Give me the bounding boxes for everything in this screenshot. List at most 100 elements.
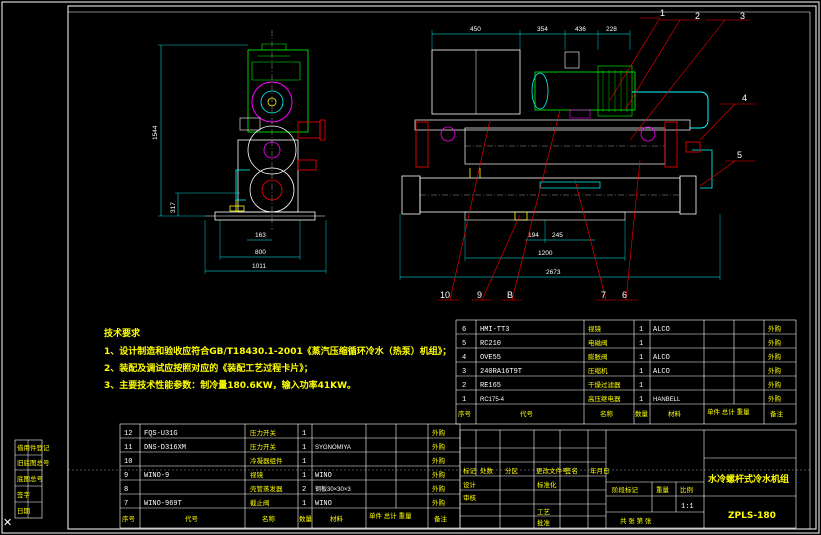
pt-r4-name: 干燥过滤器 [588, 380, 621, 389]
pt-h-name: 名称 [600, 409, 614, 418]
pb-r0-qty: 1 [302, 430, 306, 438]
tb-weight: 重量 [656, 486, 670, 494]
tb-stage: 阶段标记 [612, 485, 639, 494]
dim-1544: 1544 [152, 125, 159, 140]
pt-r4-no: 2 [462, 382, 466, 390]
side-label-2: 底图总号 [17, 474, 44, 483]
tb-drawing-no: ZPLS-180 [728, 511, 776, 521]
pb-r5-code: WINO-969T [144, 500, 182, 508]
pb-r2-no: 10 [124, 458, 132, 466]
title-block: 标记 处数 分区 更改文件号 签名 年月日 设计 标准化 审核 工艺 批准 阶段… [459, 429, 797, 529]
pt-h-remark: 备注 [770, 409, 784, 418]
pt-h-no: 序号 [458, 409, 472, 418]
pb-r3-no: 9 [124, 472, 128, 480]
pb-r4-remark: 外购 [432, 484, 446, 493]
side-label-0: 借用件登记 [17, 443, 50, 452]
pb-r0-remark: 外购 [432, 428, 446, 437]
pt-r3-no: 3 [462, 368, 466, 376]
notes-item-2: 2、装配及调试应按照对应的《装配工艺过程卡片》； [104, 364, 313, 374]
dim-436: 436 [575, 26, 586, 33]
notes-item-3: 3、主要技术性能参数：制冷量180.6KW，输入功率41KW。 [104, 381, 357, 391]
drawing-frame [1, 1, 820, 534]
ucs-cross-icon: ✕ [3, 516, 12, 529]
pb-r1-remark: 外购 [432, 442, 446, 451]
pb-r5-name: 截止阀 [250, 498, 270, 507]
pt-r0-material: ALCO [653, 326, 670, 334]
parts-top-header: 序号 代号 名称 数量 材料 单件 总计 重量 备注 [458, 407, 784, 418]
pt-r3-code: 240RA16T9T [480, 368, 522, 376]
pt-r4-remark: 外购 [768, 380, 782, 389]
pt-r0-no: 6 [462, 326, 466, 334]
pb-h-material: 材料 [330, 514, 344, 523]
pb-r4-name: 壳管蒸发器 [250, 484, 283, 493]
pt-r2-material: ALCO [653, 354, 670, 362]
balloon-7: 7 [601, 290, 606, 300]
pb-r5-remark: 外购 [432, 498, 446, 507]
pt-r2-name: 膨胀阀 [588, 352, 608, 361]
pb-r2-remark: 外购 [432, 456, 446, 465]
pb-r1-qty: 1 [302, 444, 306, 452]
pt-r1-qty: 1 [639, 340, 643, 348]
parts-bottom-header: 序号 代号 名称 数量 材料 单件 总计 重量 备注 [122, 511, 448, 523]
pt-r2-remark: 外购 [768, 352, 782, 361]
pt-r1-code: RC210 [480, 340, 501, 348]
pt-r2-code: OVE55 [480, 354, 501, 362]
cad-drawing: 借用件登记 旧底图总号 底图总号 签字 日期 ✕ 1544 317 163 80… [1, 1, 820, 534]
parts-table-top: 6 HMI-TT3 视镜 1 ALCO 外购 5 RC210 电磁阀 1 外购 … [455, 319, 797, 425]
pb-r4-no: 8 [124, 486, 128, 494]
tb-sheets: 共 张 第 张 [620, 516, 652, 525]
pt-r5-material: HANBELL [653, 397, 681, 403]
balloon-10: 10 [440, 290, 450, 300]
pt-r3-material: ALCO [653, 368, 670, 376]
pb-r1-material: SYGNOMIYA [315, 445, 351, 451]
pb-r5-qty: 1 [302, 500, 306, 508]
pb-r4-material: 钢板30×30×3 [315, 485, 351, 493]
pt-r3-name: 压缩机 [588, 366, 608, 375]
pb-r2-name: 冷凝器组件 [250, 456, 283, 465]
pb-h-weight: 单件 总计 重量 [369, 511, 412, 520]
dim-194: 194 [528, 232, 539, 239]
pb-h-no: 序号 [122, 514, 136, 523]
pt-r1-no: 5 [462, 340, 466, 348]
balloon-4: 4 [742, 93, 747, 103]
side-view: 1544 317 163 800 1011 [152, 30, 327, 274]
pb-h-remark: 备注 [434, 514, 448, 523]
balloon-9: 9 [477, 290, 482, 300]
pb-r4-qty: 2 [302, 486, 306, 494]
dim-2673: 2673 [546, 269, 561, 276]
pt-r0-qty: 1 [639, 326, 643, 334]
balloon-6: 6 [622, 290, 627, 300]
pt-r2-qty: 1 [639, 354, 643, 362]
balloons-bottom: 10 9 B 7 6 [440, 290, 627, 300]
pb-h-name: 名称 [262, 514, 276, 523]
dim-245: 245 [552, 232, 563, 239]
pt-r1-name: 电磁阀 [588, 338, 608, 347]
tb-product-name: 水冷螺杆式冷水机组 [708, 473, 789, 485]
pb-h-qty: 数量 [299, 514, 313, 523]
pb-r3-material: WINO [315, 472, 332, 480]
tb-sign: 签名 [565, 466, 578, 475]
pt-r0-remark: 外购 [768, 324, 782, 333]
pb-r5-no: 7 [124, 500, 128, 508]
dim-228: 228 [606, 26, 617, 33]
side-label-1: 旧底图总号 [17, 458, 50, 467]
tb-review: 审核 [463, 493, 477, 502]
pt-r4-code: RE165 [480, 382, 501, 390]
tb-date: 年月日 [590, 466, 610, 475]
pb-r3-code: WINO-9 [144, 472, 169, 480]
tb-standard: 标准化 [537, 480, 557, 489]
side-label-3: 签字 [17, 490, 31, 499]
pt-r5-code: RC175-4 [480, 397, 505, 403]
pt-r2-no: 4 [462, 354, 466, 362]
dim-317: 317 [170, 202, 177, 213]
balloon-2: 2 [695, 11, 700, 21]
front-view: 450 354 436 228 194 245 1200 2673 [399, 26, 721, 280]
tb-scale: 1:1 [681, 503, 694, 511]
balloon-1: 1 [660, 8, 665, 18]
pb-r3-remark: 外购 [432, 470, 446, 479]
dim-450: 450 [470, 26, 481, 33]
pb-r0-name: 压力开关 [250, 428, 277, 437]
pt-r0-name: 视镜 [588, 324, 602, 333]
pb-r3-qty: 1 [302, 472, 306, 480]
leaders-bottom [438, 109, 641, 301]
